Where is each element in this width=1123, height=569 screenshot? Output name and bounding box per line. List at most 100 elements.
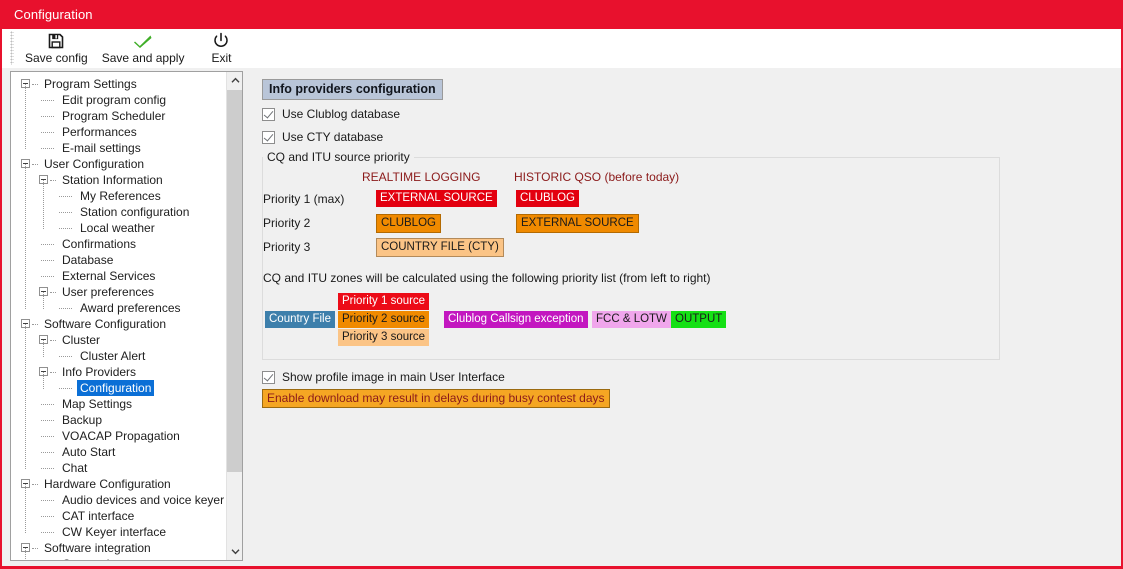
sidebar-item-connections[interactable]: Connections [11, 556, 227, 560]
sidebar-item-program-scheduler[interactable]: Program Scheduler [11, 108, 227, 124]
priority-2-historic-badge[interactable]: EXTERNAL SOURCE [516, 214, 639, 233]
exit-label: Exit [211, 51, 232, 65]
sidebar-item-backup[interactable]: Backup [11, 412, 227, 428]
sidebar-item-label: Configuration [77, 380, 155, 396]
sidebar-item-label: Chat [62, 461, 88, 475]
tree-connector [50, 180, 56, 182]
priority-3-realtime-badge[interactable]: COUNTRY FILE (CTY) [376, 238, 504, 257]
checkbox-indicator [262, 130, 275, 144]
sidebar-item-cw-keyer-interface[interactable]: CW Keyer interface [11, 524, 227, 540]
priority-2-label: Priority 2 [263, 216, 311, 230]
show-profile-image-checkbox[interactable]: Show profile image in main User Interfac… [262, 370, 505, 384]
tree-connector [32, 484, 38, 486]
sidebar-item-program-settings[interactable]: Program Settings [11, 76, 227, 92]
sidebar-item-label: My References [80, 189, 161, 203]
tree-connector [32, 84, 38, 86]
sidebar-item-hardware-configuration[interactable]: Hardware Configuration [11, 476, 227, 492]
sidebar-item-confirmations[interactable]: Confirmations [11, 236, 227, 252]
sidebar-item-label: External Services [62, 269, 156, 283]
use-cty-database-checkbox[interactable]: Use CTY database [262, 130, 383, 144]
show-profile-image-label: Show profile image in main User Interfac… [282, 370, 505, 384]
tree-connector [41, 452, 54, 454]
sidebar-item-audio-devices-and-voice-keyer[interactable]: Audio devices and voice keyer [11, 492, 227, 508]
settings-tree[interactable]: Program Settings Edit program config Progr… [11, 72, 227, 560]
priority-2-realtime-badge[interactable]: CLUBLOG [376, 214, 441, 233]
group-legend: CQ and ITU source priority [263, 150, 414, 164]
sidebar-item-label: Cluster [62, 333, 101, 347]
tree-guide-line [25, 548, 27, 560]
flow-clublog-callsign-exception: Clublog Callsign exception [444, 311, 588, 328]
tree-connector [32, 548, 38, 550]
save-and-apply-button[interactable]: Save and apply [95, 29, 192, 65]
sidebar-item-label: User preferences [62, 285, 155, 299]
sidebar-item-label: Edit program config [62, 93, 167, 107]
sidebar-item-label: Audio devices and voice keyer [62, 493, 225, 507]
navigation-sidebar: Program Settings Edit program config Progr… [10, 71, 243, 561]
tree-connector [41, 532, 54, 534]
tree-connector [41, 404, 54, 406]
configuration-window: Configuration Save config Save and apply… [0, 0, 1123, 569]
tree-connector [41, 436, 54, 438]
flow-country-file: Country File [265, 311, 335, 328]
priority-1-realtime-badge[interactable]: EXTERNAL SOURCE [376, 190, 497, 207]
sidebar-item-label: Station Information [62, 173, 163, 187]
tree-guide-line [43, 180, 45, 229]
use-cty-database-label: Use CTY database [282, 130, 384, 144]
sidebar-item-label: Map Settings [62, 397, 133, 411]
sidebar-item-external-services[interactable]: External Services [11, 268, 227, 284]
flow-priority-1-source: Priority 1 source [338, 293, 430, 310]
scroll-down-arrow-icon[interactable] [227, 543, 242, 560]
flow-output: OUTPUT [671, 311, 727, 328]
tree-connector [50, 292, 56, 294]
sidebar-item-label: Confirmations [62, 237, 137, 251]
tree-connector [59, 228, 72, 230]
sidebar-item-performances[interactable]: Performances [11, 124, 227, 140]
tree-connector [59, 356, 72, 358]
tree-connector [32, 324, 38, 326]
sidebar-item-label: Local weather [80, 221, 155, 235]
sidebar-scrollbar[interactable] [226, 72, 242, 560]
tree-guide-line [43, 292, 45, 309]
sidebar-item-label: Hardware Configuration [44, 477, 171, 491]
scroll-up-arrow-icon[interactable] [227, 72, 242, 89]
sidebar-item-software-integration[interactable]: Software integration [11, 540, 227, 556]
tree-connector [41, 516, 54, 518]
sidebar-item-user-configuration[interactable]: User Configuration [11, 156, 227, 172]
priority-3-label: Priority 3 [263, 240, 311, 254]
sidebar-item-auto-start[interactable]: Auto Start [11, 444, 227, 460]
sidebar-item-e-mail-settings[interactable]: E-mail settings [11, 140, 227, 156]
window-titlebar: Configuration [0, 0, 1123, 29]
toolbar-drag-handle[interactable] [10, 31, 14, 65]
tree-connector [41, 276, 54, 278]
tree-connector [41, 132, 54, 134]
flow-priority-2-source: Priority 2 source [338, 311, 430, 328]
priority-1-historic-badge[interactable]: CLUBLOG [516, 190, 579, 207]
sidebar-item-label: Performances [62, 125, 137, 139]
sidebar-item-software-configuration[interactable]: Software Configuration [11, 316, 227, 332]
sidebar-item-label: Program Scheduler [62, 109, 166, 123]
exit-button[interactable]: Exit [191, 29, 251, 65]
floppy-disk-icon [47, 31, 65, 50]
save-config-button[interactable]: Save config [18, 29, 95, 65]
tree-connector [59, 388, 72, 390]
tree-guide-line [25, 164, 27, 309]
sidebar-item-map-settings[interactable]: Map Settings [11, 396, 227, 412]
tree-connector [50, 372, 56, 374]
sidebar-item-voacap-propagation[interactable]: VOACAP Propagation [11, 428, 227, 444]
sidebar-item-label: Info Providers [62, 365, 137, 379]
use-clublog-database-checkbox[interactable]: Use Clublog database [262, 107, 400, 121]
sidebar-item-database[interactable]: Database [11, 252, 227, 268]
flow-description: CQ and ITU zones will be calculated usin… [263, 271, 711, 285]
tree-guide-line [25, 484, 27, 533]
scrollbar-thumb[interactable] [227, 90, 242, 472]
sidebar-item-chat[interactable]: Chat [11, 460, 227, 476]
tree-connector [41, 420, 54, 422]
power-icon [212, 31, 230, 50]
green-check-icon [133, 31, 153, 50]
tree-connector [41, 148, 54, 150]
toolbar: Save config Save and apply Exit [2, 29, 1121, 68]
sidebar-item-edit-program-config[interactable]: Edit program config [11, 92, 227, 108]
tree-connector [41, 244, 54, 246]
flow-priority-3-source: Priority 3 source [338, 329, 430, 346]
sidebar-item-cat-interface[interactable]: CAT interface [11, 508, 227, 524]
